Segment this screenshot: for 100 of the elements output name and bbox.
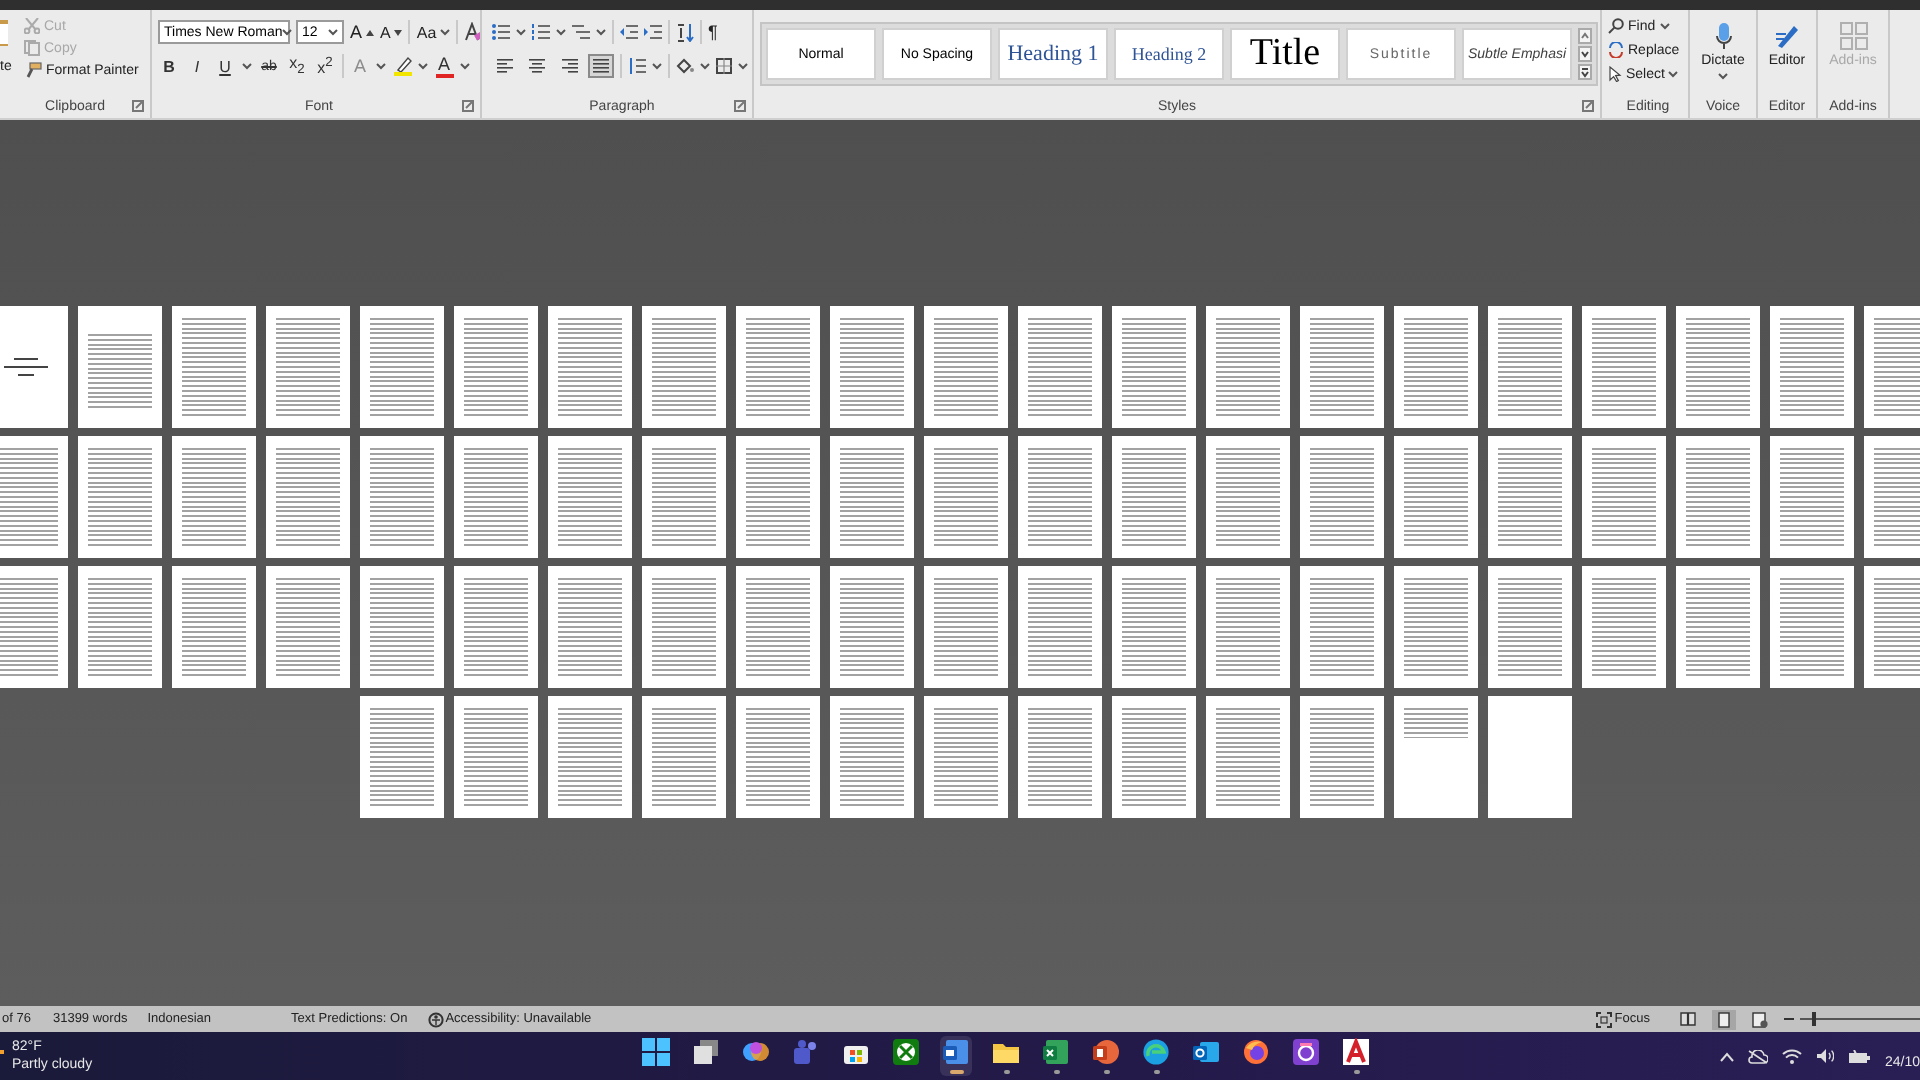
task-view-icon[interactable] (692, 1038, 720, 1067)
align-button[interactable] (588, 54, 614, 78)
flame-globe-icon[interactable] (1242, 1038, 1270, 1067)
change-case-button[interactable]: Aa (416, 23, 451, 41)
presentation-icon[interactable] (1092, 1038, 1120, 1067)
bullet-list-icon[interactable] (492, 24, 510, 40)
clipboard-icon[interactable] (0, 18, 10, 46)
increase-indent-icon[interactable] (644, 24, 662, 40)
more-styles-icon[interactable] (1578, 64, 1592, 80)
pdf-icon[interactable] (1342, 1038, 1370, 1067)
wifi-icon[interactable] (1782, 1048, 1803, 1064)
page-thumbnail (548, 306, 632, 428)
page-thumbnail (454, 696, 538, 818)
cursor-icon[interactable] (1608, 66, 1622, 82)
search-icon[interactable] (1608, 18, 1624, 34)
borders-icon[interactable] (716, 58, 732, 74)
font-color-button[interactable]: A (434, 55, 454, 77)
page-thumbnail (1018, 566, 1102, 688)
page-thumbnail (924, 566, 1008, 688)
page-thumbnail (642, 436, 726, 558)
view-button[interactable] (1712, 1009, 1736, 1029)
format-button[interactable]: B (158, 57, 180, 75)
style-tile[interactable]: Title (1230, 28, 1340, 80)
dialog-launcher-icon[interactable] (1582, 100, 1594, 112)
document-icon[interactable] (942, 1038, 970, 1067)
page-thumbnail (548, 436, 632, 558)
dialog-launcher-icon[interactable] (462, 100, 474, 112)
page-thumbnail (1300, 436, 1384, 558)
envelope-icon[interactable] (1192, 1038, 1220, 1067)
page-thumbnail (1394, 566, 1478, 688)
page-thumbnail (360, 566, 444, 688)
format-button[interactable]: x$^{2}$ (314, 55, 336, 77)
spreadsheet-icon[interactable] (1042, 1038, 1070, 1067)
decrease-indent-icon[interactable] (620, 24, 638, 40)
format-button[interactable]: I (186, 57, 208, 75)
align-left-icon (496, 58, 514, 74)
page-thumbnail (1018, 436, 1102, 558)
folder-icon[interactable] (992, 1038, 1020, 1067)
cloud-off-icon[interactable] (1748, 1049, 1769, 1063)
line-spacing-icon[interactable] (628, 58, 646, 74)
microphone-icon (1715, 22, 1731, 50)
align-button[interactable] (492, 54, 518, 78)
grow-font-button[interactable]: A (350, 22, 375, 42)
page-thumbnail (830, 306, 914, 428)
numbered-list-icon[interactable] (532, 24, 550, 40)
multilevel-list-icon[interactable] (572, 24, 590, 40)
style-tile[interactable]: Heading 2 (1114, 28, 1224, 80)
zoom-out-icon[interactable] (1784, 1014, 1794, 1024)
web-page-icon (1752, 1011, 1768, 1027)
page-thumbnail (1206, 566, 1290, 688)
page-thumbnail (924, 436, 1008, 558)
format-button[interactable]: x$_{2}$ (286, 54, 308, 78)
page-thumbnail (830, 566, 914, 688)
accessibility-icon[interactable] (427, 1011, 444, 1027)
view-button[interactable] (1674, 1010, 1702, 1028)
scroll-up-icon[interactable] (1578, 28, 1592, 44)
page-thumbnail (830, 696, 914, 818)
page-thumbnail (266, 306, 350, 428)
paintbrush-icon[interactable] (24, 62, 42, 78)
page-thumbnail (360, 306, 444, 428)
page-thumbnail (172, 436, 256, 558)
page-thumbnail (924, 696, 1008, 818)
pen-lines-icon (1773, 22, 1801, 50)
page-thumbnail (1300, 306, 1384, 428)
page-thumbnail (736, 306, 820, 428)
page-thumbnail (642, 566, 726, 688)
style-tile[interactable]: Heading 1 (998, 28, 1108, 80)
scroll-down-icon[interactable] (1578, 46, 1592, 62)
align-button[interactable] (524, 54, 550, 78)
view-button[interactable] (1746, 1009, 1774, 1029)
page-thumbnail (1300, 696, 1384, 818)
format-button[interactable]: U (214, 57, 236, 75)
camera-icon[interactable] (1292, 1038, 1320, 1067)
chevron-up-icon[interactable] (1720, 1051, 1735, 1061)
page-thumbnail (1488, 566, 1572, 688)
replace-icon[interactable] (1608, 42, 1624, 58)
swirl-icon[interactable] (742, 1038, 770, 1067)
speaker-icon[interactable] (1816, 1048, 1835, 1064)
page-thumbnail (1394, 696, 1478, 818)
page-thumbnail (1676, 306, 1760, 428)
page-thumbnail (1676, 566, 1760, 688)
paint-bucket-icon[interactable] (676, 58, 694, 74)
shrink-font-button[interactable]: A (380, 23, 403, 41)
clear-formatting-icon[interactable] (464, 22, 480, 42)
page-thumbnail (736, 566, 820, 688)
show-marks-button[interactable]: ¶ (708, 22, 718, 42)
focus-icon[interactable] (1596, 1011, 1613, 1027)
wave-globe-icon[interactable] (1142, 1038, 1170, 1067)
page-thumbnail (642, 696, 726, 818)
page-thumbnail (1112, 696, 1196, 818)
dialog-launcher-icon[interactable] (734, 100, 746, 112)
people-icon[interactable] (792, 1038, 820, 1067)
highlight-button[interactable] (392, 56, 412, 76)
battery-icon[interactable] (1848, 1049, 1871, 1063)
align-button[interactable] (556, 54, 582, 78)
dialog-launcher-icon[interactable] (132, 100, 144, 112)
page-thumbnail (172, 566, 256, 688)
sort-icon[interactable] (676, 23, 694, 41)
x-ball-icon[interactable] (892, 1038, 920, 1067)
grid-logo-icon[interactable] (642, 1038, 670, 1067)
